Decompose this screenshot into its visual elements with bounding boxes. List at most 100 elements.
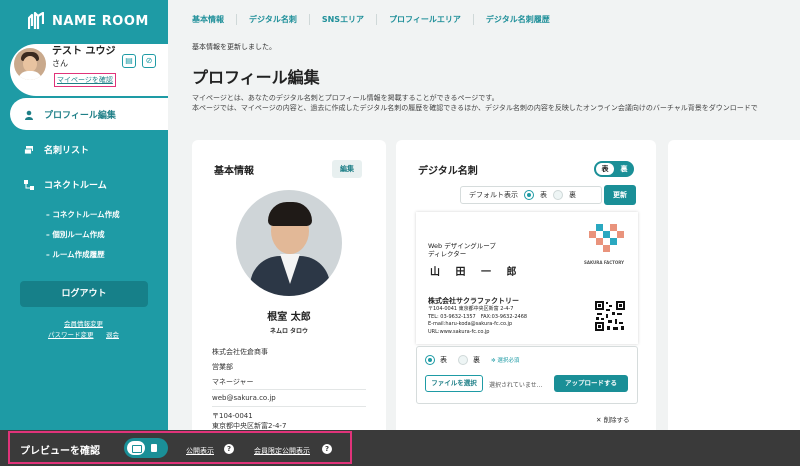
postal-code: 〒104-0041 bbox=[212, 412, 253, 420]
user-name-text: テスト ユウジ bbox=[52, 46, 116, 57]
upload-front-label: 表 bbox=[440, 356, 447, 364]
link-icon[interactable]: ⊘ bbox=[142, 54, 156, 68]
close-icon: ✕ bbox=[596, 416, 602, 424]
tab-basic-info[interactable]: 基本情報 bbox=[180, 14, 237, 25]
card-contact: 〒104-0041 東京都中央区新富 2-4-7 TEL: 03-9632-13… bbox=[428, 306, 527, 336]
card-dept-line: ディレクター bbox=[428, 250, 467, 258]
member-view-link[interactable]: 会員限定公開表示 bbox=[254, 446, 310, 456]
description-line: 本ページでは、マイページの内容と、過去に作成したデジタル名刺の履歴を確認できるほ… bbox=[192, 104, 758, 112]
choose-file-button[interactable]: ファイルを選択 bbox=[425, 375, 483, 392]
sakura-logo-icon bbox=[589, 224, 624, 252]
help-icon[interactable]: ? bbox=[322, 444, 332, 454]
card-contact-line: 〒104-0041 東京都中央区新富 2-4-7 bbox=[428, 306, 514, 312]
user-name: テスト ユウジさん bbox=[52, 46, 122, 70]
sub-item-create-individual[interactable]: – 個別ルーム作成 bbox=[46, 229, 105, 240]
person-name: 根室 太郎 bbox=[267, 312, 311, 323]
sidebar-item-label: プロフィール編集 bbox=[44, 111, 116, 121]
tab-card-history[interactable]: デジタル名刺履歴 bbox=[474, 14, 562, 25]
logo-text: NAME ROOM bbox=[52, 13, 149, 29]
sidebar-item-profile-edit[interactable]: プロフィール編集 bbox=[24, 108, 116, 121]
department: 営業部 bbox=[212, 363, 233, 371]
user-suffix: さん bbox=[52, 59, 68, 68]
connect-icon bbox=[24, 179, 34, 190]
digital-card-panel: デジタル名刺 表 裏 デフォルト表示 表 裏 更新 Web デザイングループ デ… bbox=[396, 140, 656, 440]
delete-label: 削除する bbox=[603, 416, 630, 424]
upload-front-radio[interactable] bbox=[425, 355, 435, 365]
sub-item-label: コネクトルーム作成 bbox=[52, 210, 120, 219]
app-logo[interactable]: NAME ROOM bbox=[28, 12, 149, 30]
update-button[interactable]: 更新 bbox=[604, 185, 636, 205]
tab-sns-area[interactable]: SNSエリア bbox=[310, 14, 378, 25]
default-front-radio[interactable] bbox=[524, 190, 534, 200]
tab-digital-card[interactable]: デジタル名刺 bbox=[237, 14, 310, 25]
upload-box: 表 裏 ✲ 選択必須 ファイルを選択 選択されていませ... アップロードする bbox=[416, 346, 638, 404]
upload-side-selector: 表 裏 ✲ 選択必須 bbox=[425, 355, 519, 365]
member-info-link[interactable]: 会員情報変更 bbox=[64, 318, 103, 328]
page-description: マイページとは、あなたのデジタル名刺とプロフィール情報を掲載することができるペー… bbox=[192, 93, 758, 113]
page-title: プロフィール編集 bbox=[192, 68, 320, 87]
company-name: 株式会社佐倉商事 bbox=[212, 348, 268, 356]
logout-button[interactable]: ログアウト bbox=[20, 281, 148, 307]
upload-button[interactable]: アップロードする bbox=[554, 375, 628, 392]
required-note: ✲ 選択必須 bbox=[491, 358, 520, 364]
email: web@sakura.co.jp bbox=[212, 394, 276, 402]
front-back-toggle[interactable]: 表 裏 bbox=[594, 161, 634, 177]
qr-code-icon bbox=[594, 300, 626, 332]
preview-device-toggle[interactable] bbox=[124, 438, 168, 458]
sub-item-label: ルーム作成履歴 bbox=[52, 250, 105, 259]
upload-back-label: 裏 bbox=[473, 356, 480, 364]
cards-icon bbox=[24, 145, 34, 155]
required-text: 選択必須 bbox=[497, 358, 520, 364]
default-back-radio[interactable] bbox=[553, 190, 563, 200]
position: マネージャー bbox=[212, 378, 254, 386]
tab-profile-area[interactable]: プロフィールエリア bbox=[377, 14, 474, 25]
update-notice: 基本情報を更新しました。 bbox=[192, 43, 276, 51]
card-dept-line: Web デザイングループ bbox=[428, 242, 496, 250]
sidebar-item-card-list[interactable]: 名刺リスト bbox=[24, 143, 89, 156]
default-display-label: デフォルト表示 bbox=[469, 191, 518, 199]
card-company: 株式会社サクラファクトリー bbox=[428, 297, 519, 305]
card-person-name: 山 田 一 郎 bbox=[430, 267, 523, 278]
person-icon bbox=[24, 110, 34, 120]
business-card-preview: Web デザイングループ ディレクター 山 田 一 郎 株式会社サクラファクトリ… bbox=[416, 212, 638, 344]
sub-item-label: 個別ルーム作成 bbox=[52, 230, 105, 239]
avatar bbox=[14, 48, 46, 80]
sub-item-create-connect[interactable]: – コネクトルーム作成 bbox=[46, 209, 120, 220]
default-display-selector: デフォルト表示 表 裏 bbox=[460, 186, 602, 204]
back-label: 裏 bbox=[569, 191, 576, 199]
id-card-icon[interactable]: ▤ bbox=[122, 54, 136, 68]
delete-button[interactable]: ✕ 削除する bbox=[596, 414, 630, 424]
sns-area-card-partial bbox=[668, 140, 800, 440]
divider bbox=[212, 389, 366, 390]
desktop-icon bbox=[127, 441, 145, 455]
file-status: 選択されていませ... bbox=[489, 382, 543, 389]
toggle-back: 裏 bbox=[620, 165, 628, 173]
card-logo-text: SAKURA FACTORY bbox=[584, 260, 625, 265]
top-tabs: 基本情報 デジタル名刺 SNSエリア プロフィールエリア デジタル名刺履歴 bbox=[180, 14, 562, 25]
toggle-front: 表 bbox=[596, 163, 614, 175]
person-kana: ネムロ タロウ bbox=[269, 328, 309, 335]
card-contact-line: E-mail:haru-koda@sakura-fc.co.jp bbox=[428, 321, 513, 327]
card-contact-line: URL:www.sakura-fc.co.jp bbox=[428, 328, 490, 335]
edit-button[interactable]: 編集 bbox=[332, 160, 362, 178]
sub-item-room-history[interactable]: – ルーム作成履歴 bbox=[46, 249, 105, 260]
withdraw-link[interactable]: 退会 bbox=[106, 329, 119, 339]
help-icon[interactable]: ? bbox=[224, 444, 234, 454]
password-link[interactable]: パスワード変更 bbox=[48, 329, 94, 339]
mypage-link[interactable]: マイページを確認 bbox=[54, 73, 116, 87]
card-contact-line: TEL: 03-9632-1357 FAX:03-9632-2468 bbox=[428, 313, 528, 320]
card-department: Web デザイングループ ディレクター bbox=[428, 242, 496, 258]
user-card: テスト ユウジさん マイページを確認 ▤ ⊘ bbox=[10, 44, 168, 96]
basic-info-title: 基本情報 bbox=[214, 166, 254, 177]
preview-label: プレビューを確認 bbox=[20, 446, 100, 457]
logo-icon bbox=[28, 12, 44, 30]
sidebar-item-connect-room[interactable]: コネクトルーム bbox=[24, 178, 107, 191]
public-view-link[interactable]: 公開表示 bbox=[186, 446, 214, 456]
front-label: 表 bbox=[540, 191, 547, 199]
mobile-icon bbox=[151, 444, 157, 452]
sidebar: NAME ROOM テスト ユウジさん マイページを確認 ▤ ⊘ プロフィール編… bbox=[0, 0, 168, 466]
sidebar-item-label: コネクトルーム bbox=[44, 181, 107, 191]
upload-back-radio[interactable] bbox=[458, 355, 468, 365]
sidebar-item-label: 名刺リスト bbox=[44, 146, 90, 156]
digital-card-title: デジタル名刺 bbox=[418, 166, 478, 177]
